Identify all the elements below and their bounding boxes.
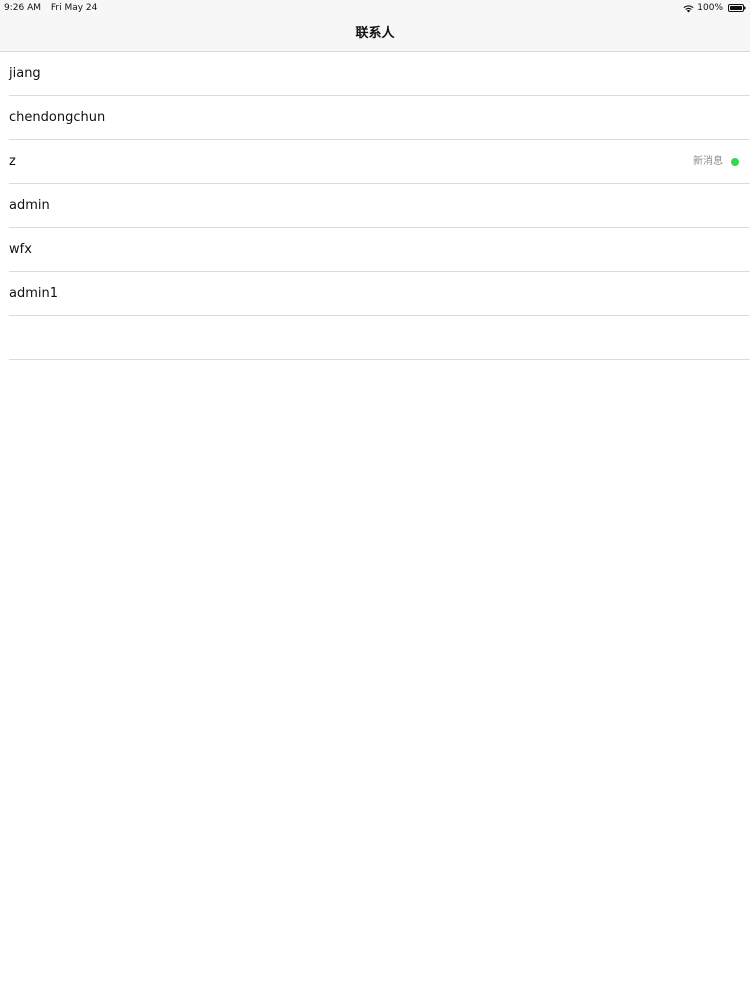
contacts-screen: 9:26 AM Fri May 24 100% 联系人 jiang chendo… — [0, 0, 750, 1000]
page-title: 联系人 — [355, 26, 395, 41]
status-right: 100% — [683, 0, 723, 16]
battery-icon — [728, 4, 746, 12]
status-date: Fri May 24 — [50, 3, 98, 13]
contact-row-jiang[interactable]: jiang — [0, 52, 750, 96]
contact-list: jiang chendongchun z 新消息 admin wfx admin… — [0, 52, 750, 360]
contact-name: z — [9, 154, 16, 169]
contact-row-empty[interactable] — [0, 316, 750, 360]
contact-row-admin[interactable]: admin — [0, 184, 750, 228]
contact-name: admin1 — [9, 286, 59, 301]
status-time: 9:26 AM — [4, 3, 41, 13]
status-bar: 9:26 AM Fri May 24 100% — [0, 0, 750, 16]
contact-name: chendongchun — [9, 110, 106, 125]
contact-row-admin1[interactable]: admin1 — [0, 272, 750, 316]
battery-percentage: 100% — [697, 3, 723, 13]
navigation-bar: 联系人 — [0, 16, 750, 52]
status-left: 9:26 AM Fri May 24 — [4, 0, 97, 16]
new-message-label: 新消息 — [693, 156, 723, 167]
contact-row-wfx[interactable]: wfx — [0, 228, 750, 272]
contact-row-z[interactable]: z 新消息 — [0, 140, 750, 184]
contact-row-chendongchun[interactable]: chendongchun — [0, 96, 750, 140]
new-message-dot-icon — [731, 158, 739, 166]
contact-name: admin — [9, 198, 50, 213]
contact-name: jiang — [9, 66, 41, 81]
contact-name: wfx — [9, 242, 32, 257]
wifi-icon — [683, 4, 694, 12]
